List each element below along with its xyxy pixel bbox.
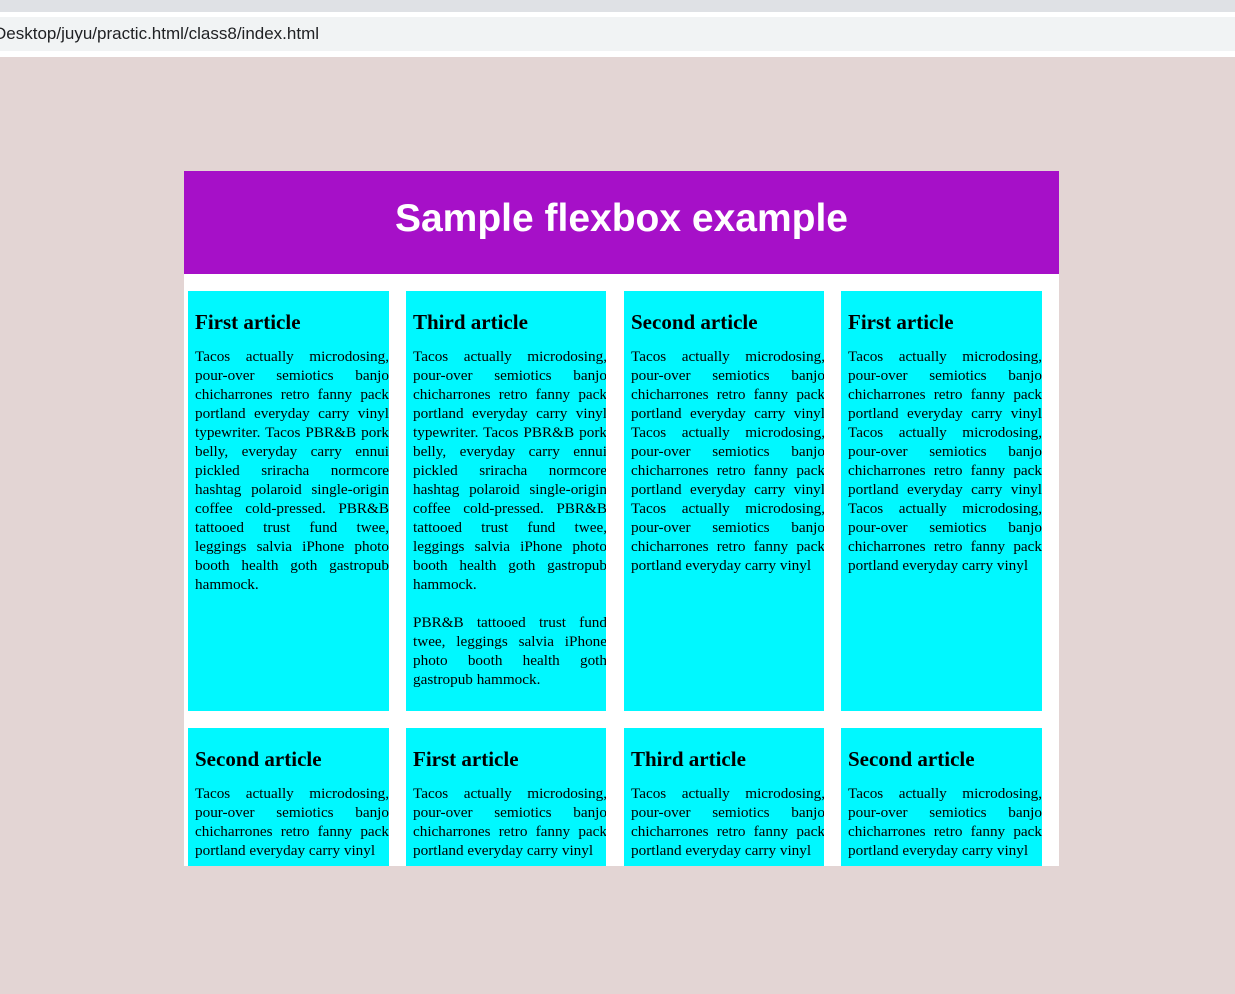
article-card-7: Third article Tacos actually microdosing… [624, 728, 824, 866]
article-heading: Third article [413, 310, 528, 334]
address-bar[interactable]: Desktop/juyu/practic.html/class8/index.h… [0, 17, 1235, 51]
article-heading: First article [848, 310, 954, 334]
article-heading: First article [195, 310, 301, 334]
article-card-3: Second article Tacos actually microdosin… [624, 291, 824, 711]
address-text[interactable]: Desktop/juyu/practic.html/class8/index.h… [0, 24, 319, 44]
article-card-8: Second article Tacos actually microdosin… [841, 728, 1042, 866]
article-heading: Second article [195, 747, 322, 771]
article-card-6: First article Tacos actually microdosing… [406, 728, 606, 866]
article-card-4: First article Tacos actually microdosing… [841, 291, 1042, 711]
page-title: Sample flexbox example [394, 196, 849, 240]
article-heading: First article [413, 747, 519, 771]
article-heading: Third article [631, 747, 746, 771]
article-text: Tacos actually microdosing, pour-over se… [848, 348, 1042, 574]
article-text: PBR&B tattooed trust fund twee, leggings… [413, 614, 606, 688]
page-header: Sample flexbox example [184, 171, 1059, 274]
article-card-5: Second article Tacos actually microdosin… [188, 728, 389, 866]
article-text: Tacos actually microdosing, pour-over se… [413, 348, 606, 593]
article-text: Tacos actually microdosing, pour-over se… [195, 785, 389, 859]
article-text: Tacos actually microdosing, pour-over se… [631, 785, 824, 859]
article-text: Tacos actually microdosing, pour-over se… [195, 348, 389, 593]
article-heading: Second article [848, 747, 975, 771]
article-text: Tacos actually microdosing, pour-over se… [848, 785, 1042, 859]
article-heading: Second article [631, 310, 758, 334]
page-container: Sample flexbox example First article Tac… [184, 171, 1059, 866]
article-card-1: First article Tacos actually microdosing… [188, 291, 389, 711]
article-text: Tacos actually microdosing, pour-over se… [631, 348, 824, 574]
article-text: Tacos actually microdosing, pour-over se… [413, 785, 606, 859]
tab-strip [0, 0, 1235, 12]
article-card-2: Third article Tacos actually microdosing… [406, 291, 606, 711]
browser-chrome: Desktop/juyu/practic.html/class8/index.h… [0, 0, 1235, 57]
